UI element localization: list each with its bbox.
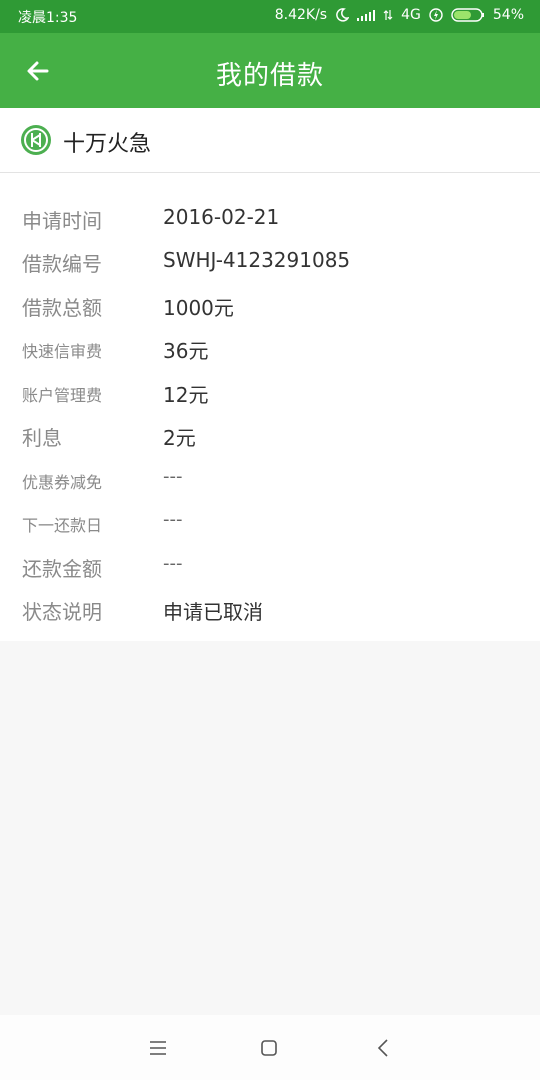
menu-button[interactable] xyxy=(138,1033,178,1063)
status-time: 凌晨1:35 xyxy=(18,10,78,26)
status-bar: 凌晨1:35 8.42K/s 4G 54% xyxy=(0,0,540,33)
detail-value: 12元 xyxy=(163,383,209,407)
detail-value: 申请已取消 xyxy=(163,600,263,624)
product-logo-icon xyxy=(21,125,51,155)
app-bar: 我的借款 xyxy=(0,33,540,108)
detail-row-next-due: 下一还款日 --- xyxy=(0,499,540,542)
detail-label: 状态说明 xyxy=(22,600,102,624)
detail-row-total-amount: 借款总额 1000元 xyxy=(0,282,540,325)
detail-row-apply-date: 申请时间 2016-02-21 xyxy=(0,195,540,238)
detail-value: SWHJ-4123291085 xyxy=(163,248,351,272)
loan-details: 申请时间 2016-02-21 借款编号 SWHJ-4123291085 借款总… xyxy=(0,173,540,641)
detail-label: 下一还款日 xyxy=(22,516,103,535)
signal-icon xyxy=(357,10,376,21)
detail-value: 2元 xyxy=(163,426,196,450)
system-back-button[interactable] xyxy=(363,1033,403,1063)
detail-value: --- xyxy=(163,466,183,487)
detail-row-interest: 利息 2元 xyxy=(0,412,540,455)
detail-label: 账户管理费 xyxy=(22,386,103,405)
detail-label: 还款金额 xyxy=(22,557,102,581)
detail-label: 借款编号 xyxy=(22,252,102,276)
detail-label: 申请时间 xyxy=(22,209,102,233)
detail-row-account-fee: 账户管理费 12元 xyxy=(0,369,540,412)
detail-label: 优惠券减免 xyxy=(22,473,103,492)
detail-row-loan-id: 借款编号 SWHJ-4123291085 xyxy=(0,238,540,281)
detail-value: 36元 xyxy=(163,339,209,363)
detail-label: 借款总额 xyxy=(22,296,102,320)
battery-level: 54% xyxy=(492,7,524,23)
detail-row-repay-amount: 还款金额 --- xyxy=(0,543,540,586)
detail-value: --- xyxy=(163,553,183,574)
product-header: 十万火急 xyxy=(0,108,540,173)
status-indicators: 8.42K/s 4G 54% xyxy=(267,7,524,23)
detail-label: 快速信审费 xyxy=(22,342,103,361)
battery-icon xyxy=(451,8,484,22)
home-square-icon xyxy=(261,1040,277,1056)
detail-row-coupon: 优惠券减免 --- xyxy=(0,456,540,499)
network-type: 4G xyxy=(401,7,421,23)
detail-label: 利息 xyxy=(22,426,62,450)
network-speed: 8.42K/s xyxy=(274,7,328,23)
detail-value: 1000元 xyxy=(163,296,234,320)
detail-value: 2016-02-21 xyxy=(163,205,280,229)
product-name: 十万火急 xyxy=(63,132,152,157)
page-title: 我的借款 xyxy=(215,61,324,91)
charging-icon xyxy=(429,8,443,22)
detail-row-status: 状态说明 申请已取消 xyxy=(0,586,540,629)
data-transfer-icon xyxy=(383,10,393,20)
detail-row-review-fee: 快速信审费 36元 xyxy=(0,325,540,368)
home-button[interactable] xyxy=(249,1033,289,1063)
menu-icon xyxy=(150,1041,166,1055)
chevron-left-icon xyxy=(377,1039,388,1057)
system-nav-bar xyxy=(0,1015,540,1080)
detail-value: --- xyxy=(163,509,183,530)
moon-icon xyxy=(336,8,350,22)
